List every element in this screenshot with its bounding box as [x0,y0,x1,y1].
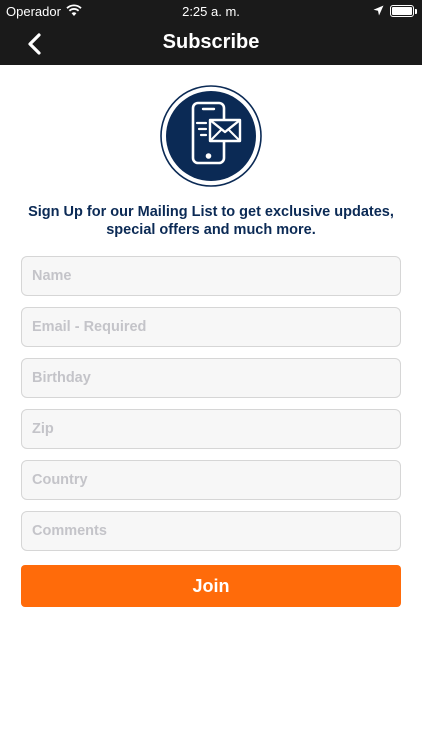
zip-field[interactable] [21,409,401,449]
battery-icon [390,5,417,17]
phone-mail-icon [160,85,262,187]
join-button[interactable]: Join [21,565,401,607]
page-title: Subscribe [162,31,260,53]
chevron-left-icon [28,33,41,55]
signup-description: Sign Up for our Mailing List to get excl… [28,204,394,238]
name-field[interactable] [21,256,401,296]
email-field[interactable] [21,307,401,347]
back-button[interactable] [18,28,50,60]
location-arrow-icon [373,4,384,19]
country-field[interactable] [21,460,401,500]
birthday-field[interactable] [21,358,401,398]
status-bar: Operador 2:25 a. m. [0,0,422,22]
comments-field[interactable] [21,511,401,551]
navigation-bar: Subscribe [0,22,422,65]
status-time: 2:25 a. m. [182,4,240,19]
